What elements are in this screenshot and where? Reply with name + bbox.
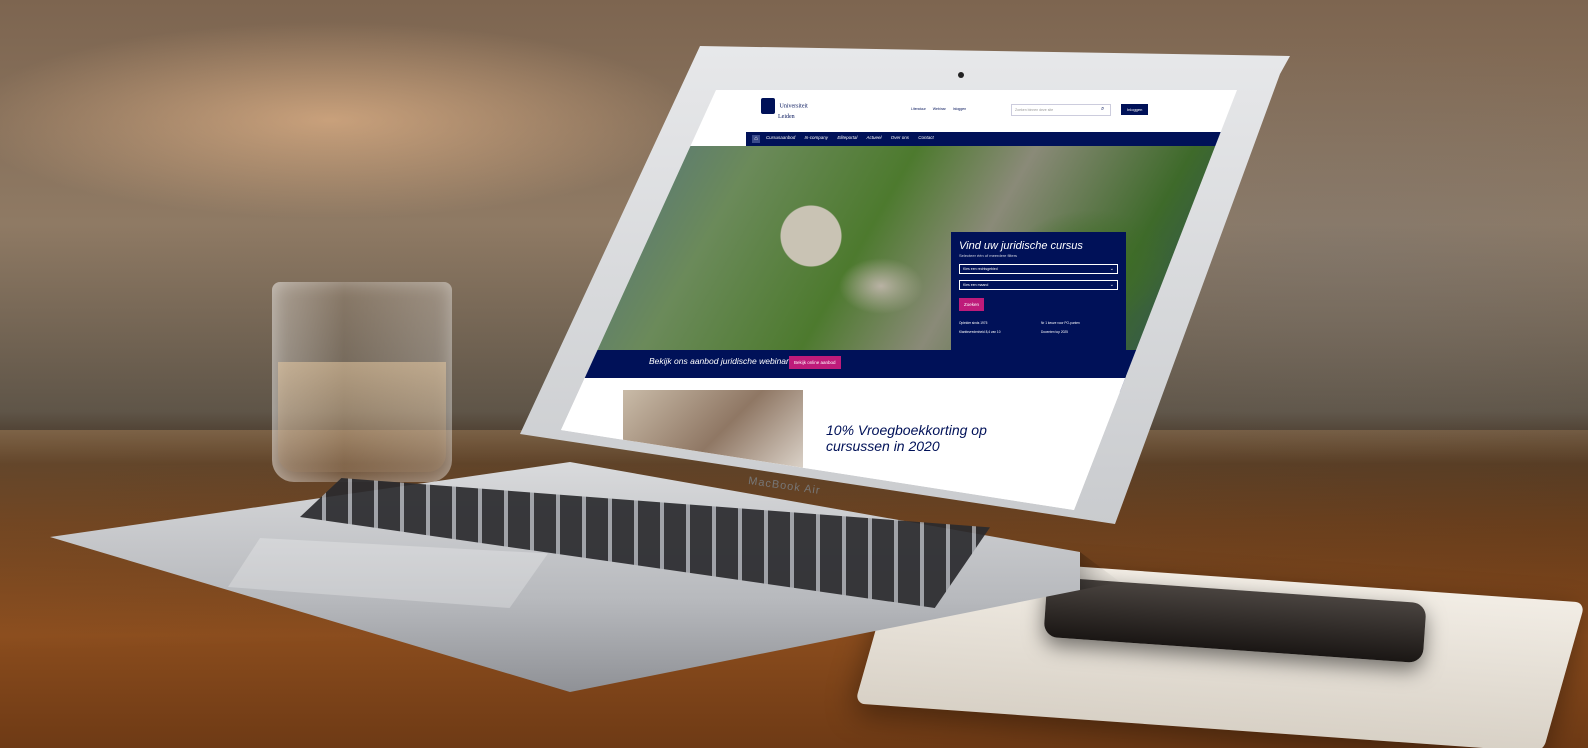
usp-item: Nr 1 keuze voor PO-punten (1041, 321, 1080, 325)
search-button[interactable]: Zoeken (959, 298, 985, 311)
panel-title: Vind uw juridische cursus (959, 240, 1083, 252)
promo-headline[interactable]: 10% Vroegboekkorting op cursussen in 202… (826, 422, 1006, 454)
usp-item: Klanttevredenheid 8,4 van 10 (959, 330, 1001, 334)
site-logo[interactable]: Universiteit Leiden (761, 98, 808, 121)
field-select-label: Kies een rechtsgebied (963, 267, 998, 271)
nav-item-cursusaanbod[interactable]: Cursusaanbod (766, 135, 795, 140)
nav-item-in-company[interactable]: In-company (805, 135, 829, 140)
search-input[interactable]: Zoeken binnen deze site (1011, 104, 1111, 116)
photo-scene: MacBook Air Universiteit Leiden Literatu… (0, 0, 1588, 748)
top-link[interactable]: Webinar (933, 107, 946, 111)
nav-item-contact[interactable]: Contact (918, 135, 934, 140)
nav-item-over-ons[interactable]: Over ons (891, 135, 909, 140)
field-select[interactable]: Kies een rechtsgebied ⌄ (959, 264, 1118, 274)
nav-item-actueel[interactable]: Actueel (866, 135, 881, 140)
webinar-cta-button[interactable]: Bekijk online aanbod (789, 356, 841, 369)
login-button[interactable]: Inloggen (1121, 104, 1149, 115)
search-icon[interactable]: ⌕ (1101, 106, 1104, 113)
month-select-label: Kies een maand (963, 283, 989, 287)
nav-item-eliteportal[interactable]: Eliteportal (837, 135, 857, 140)
top-link[interactable]: Inloggen (953, 107, 966, 111)
site-header: Universiteit Leiden Literatuur Webinar I… (761, 98, 1231, 126)
university-crest-icon (761, 98, 775, 114)
panel-subtitle: Selecteer één of meerdere filters (959, 253, 1018, 258)
webinar-banner-text: Bekijk ons aanbod juridische webinars (649, 356, 794, 366)
glass-water (278, 362, 446, 472)
top-links: Literatuur Webinar Inloggen (911, 107, 972, 111)
month-select[interactable]: Kies een maand ⌄ (959, 280, 1118, 290)
chevron-down-icon: ⌄ (1109, 282, 1114, 288)
nav-items: Cursusaanbod In-company Eliteportal Actu… (766, 135, 942, 140)
camera-icon (958, 72, 964, 78)
home-icon[interactable]: ⌂ (752, 135, 760, 143)
usp-item: Docenten top 2025 (1041, 330, 1068, 334)
logo-line1: Universiteit (779, 103, 808, 110)
water-glass (272, 282, 452, 482)
logo-line2: Leiden (778, 114, 795, 120)
main-nav: ⌂ Cursusaanbod In-company Eliteportal Ac… (746, 132, 1237, 146)
usp-list: Opleider sinds 1975 Nr 1 keuze voor PO-p… (959, 321, 1118, 334)
chevron-down-icon: ⌄ (1109, 266, 1114, 272)
usp-item: Opleider sinds 1975 (959, 321, 988, 325)
top-link[interactable]: Literatuur (911, 107, 926, 111)
